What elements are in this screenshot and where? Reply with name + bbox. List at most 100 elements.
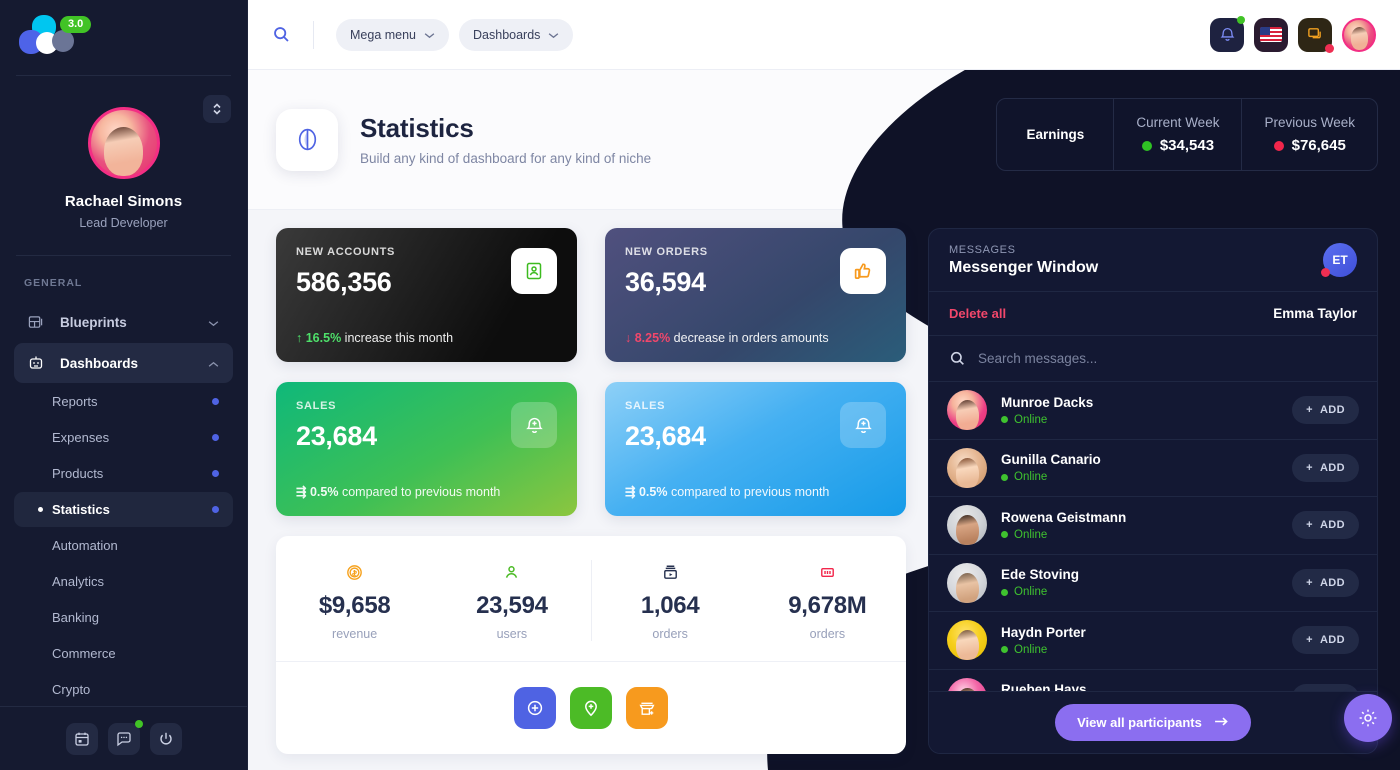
trend-up-icon: ↑ [296,331,303,345]
add-contact-button[interactable]: + ADD [1292,453,1359,482]
messenger-avatar-initials[interactable]: ET [1321,243,1357,277]
avatar-initials-text: ET [1332,253,1348,267]
store-plus-icon[interactable] [626,687,668,729]
list-item[interactable]: Ede Stoving Online + ADD [929,555,1377,612]
messenger-footer: View all participants [929,691,1377,753]
contact-status: Online [1001,644,1292,656]
add-label: ADD [1319,634,1345,647]
add-contact-button[interactable]: + ADD [1292,568,1359,597]
metric-revenue: $9,658 revenue [276,560,433,641]
earnings-current-value-wrap: $34,543 [1136,137,1219,154]
earnings-previous-value: $76,645 [1291,137,1346,154]
bell-icon[interactable] [1210,15,1245,52]
stat-card-trend-pct: 8.25% [634,331,671,345]
brand-logo[interactable]: 3.0 [0,0,247,70]
list-item[interactable]: Gunilla Canario Online + ADD [929,440,1377,497]
sidebar-item-analytics[interactable]: Analytics [14,564,233,599]
stat-card-footer: ↓ 8.25% decrease in orders amounts [625,331,829,345]
avatar [947,505,987,546]
sidebar-nav: GENERAL Blueprints Dashboards Reports Ex… [0,261,247,706]
earnings-current-value: $34,543 [1159,137,1215,154]
plus-icon: + [1306,576,1313,589]
messages-icon[interactable] [1298,17,1334,53]
add-label: ADD [1319,461,1345,474]
dashboards-menu-button[interactable]: Dashboards [459,18,574,51]
avatar [947,390,987,431]
earnings-current-title: Current Week [1136,115,1220,130]
action-buttons-row [276,661,906,754]
sidebar-item-blueprints[interactable]: Blueprints [14,302,233,342]
avatar [947,562,987,603]
list-item[interactable]: Rowena Geistmann Online + ADD [929,497,1377,555]
messenger-kicker: MESSAGES [949,243,1016,256]
stat-card-new-orders[interactable]: NEW ORDERS 36,594 ↓ 8.25% decrease in or… [605,228,906,362]
map-pin-plus-icon[interactable] [570,687,612,729]
stat-card-footer: ⇶ 0.5% compared to previous month [296,484,500,499]
plus-circle-icon[interactable] [514,687,556,729]
sidebar-divider-mid [16,255,231,256]
status-dot [212,434,219,441]
user-icon [433,560,590,584]
stat-card-sales-blue[interactable]: SALES 23,684 ⇶ 0.5% compared to previous… [605,382,906,516]
stat-card-sales-green[interactable]: SALES 23,684 ⇶ 0.5% compared to previous… [276,382,577,516]
dashboards-menu-label: Dashboards [473,27,541,42]
search-icon[interactable] [272,25,291,44]
list-item[interactable]: Rueben Hays Online + ADD [929,670,1377,691]
sidebar-item-commerce[interactable]: Commerce [14,636,233,671]
sidebar-subitem-label: Reports [52,394,98,409]
user-avatar[interactable] [1342,17,1376,52]
add-label: ADD [1319,404,1345,417]
profile-name: Rachael Simons [64,193,183,210]
status-dot-green [1141,140,1152,151]
list-item[interactable]: Munroe Dacks Online + ADD [929,382,1377,440]
sidebar-item-products[interactable]: Products [14,456,233,491]
sidebar-item-banking[interactable]: Banking [14,600,233,635]
messenger-toolbar: Delete all Emma Taylor [929,292,1377,336]
add-contact-button[interactable]: + ADD [1292,683,1359,691]
sidebar-subitem-label: Statistics [52,502,110,517]
add-contact-button[interactable]: + ADD [1292,626,1359,655]
archive-icon [592,560,749,584]
stat-card-footer: ⇶ 0.5% compared to previous month [625,484,829,499]
stat-card-new-accounts[interactable]: NEW ACCOUNTS 586,356 ↑ 16.5% increase th… [276,228,577,362]
view-all-participants-button[interactable]: View all participants [1055,704,1251,741]
power-icon[interactable] [149,722,182,755]
sidebar-collapse-toggle[interactable] [203,95,231,123]
sidebar-item-crypto[interactable]: Crypto [14,672,233,706]
coin-dollar-icon [276,560,433,584]
mega-menu-button[interactable]: Mega menu [336,18,450,51]
mega-menu-label: Mega menu [350,27,417,42]
settings-fab[interactable] [1344,694,1392,742]
stat-card-footer: ↑ 16.5% increase this month [296,331,453,345]
flag-us-icon[interactable] [1254,17,1288,52]
stat-cards-row-1: NEW ACCOUNTS 586,356 ↑ 16.5% increase th… [276,228,906,362]
plus-icon: + [1306,404,1313,417]
sidebar-item-expenses[interactable]: Expenses [14,420,233,455]
calendar-icon[interactable] [65,722,98,755]
sidebar-subitem-label: Automation [52,538,118,553]
sidebar-item-reports[interactable]: Reports [14,384,233,419]
sidebar-item-automation[interactable]: Automation [14,528,233,563]
list-item[interactable]: Haydn Porter Online + ADD [929,612,1377,670]
metrics-card: $9,658 revenue 23,594 users 1,064 orders… [276,536,906,754]
calculator-icon [749,560,906,584]
avatar [947,677,987,691]
metrics-group-left: $9,658 revenue 23,594 users [276,560,591,641]
nav-section-label: GENERAL [24,277,83,289]
add-contact-button[interactable]: + ADD [1292,511,1359,540]
delete-all-button[interactable]: Delete all [949,306,1006,321]
id-card-icon [511,248,557,294]
search-input[interactable] [978,351,1357,366]
add-contact-button[interactable]: + ADD [1292,396,1359,425]
version-badge: 3.0 [60,16,92,33]
earnings-previous-value-wrap: $76,645 [1264,137,1355,154]
sidebar-item-dashboards[interactable]: Dashboards [14,343,233,383]
trend-flat-icon: ⇶ [625,485,636,499]
avatar [947,447,987,488]
gear-icon [1359,709,1377,727]
blueprint-icon [28,315,50,330]
sidebar-item-statistics[interactable]: Statistics [14,492,233,527]
stat-card-trend-text: compared to previous month [341,485,501,499]
sidebar-subitem-label: Products [52,466,104,481]
chat-icon[interactable] [107,719,143,755]
